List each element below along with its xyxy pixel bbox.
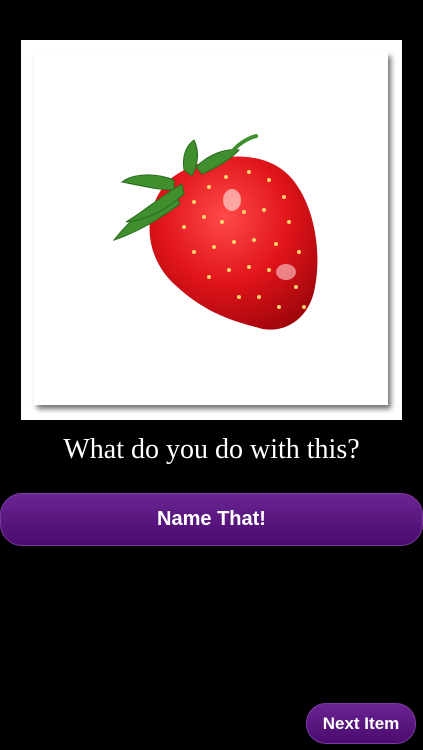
name-that-button[interactable]: Name That! bbox=[0, 493, 423, 546]
item-photo bbox=[34, 52, 388, 405]
question-text: What do you do with this? bbox=[63, 434, 360, 465]
strawberry-image bbox=[112, 134, 318, 330]
next-item-button[interactable]: Next Item bbox=[306, 703, 416, 744]
item-photo-frame bbox=[21, 40, 402, 420]
